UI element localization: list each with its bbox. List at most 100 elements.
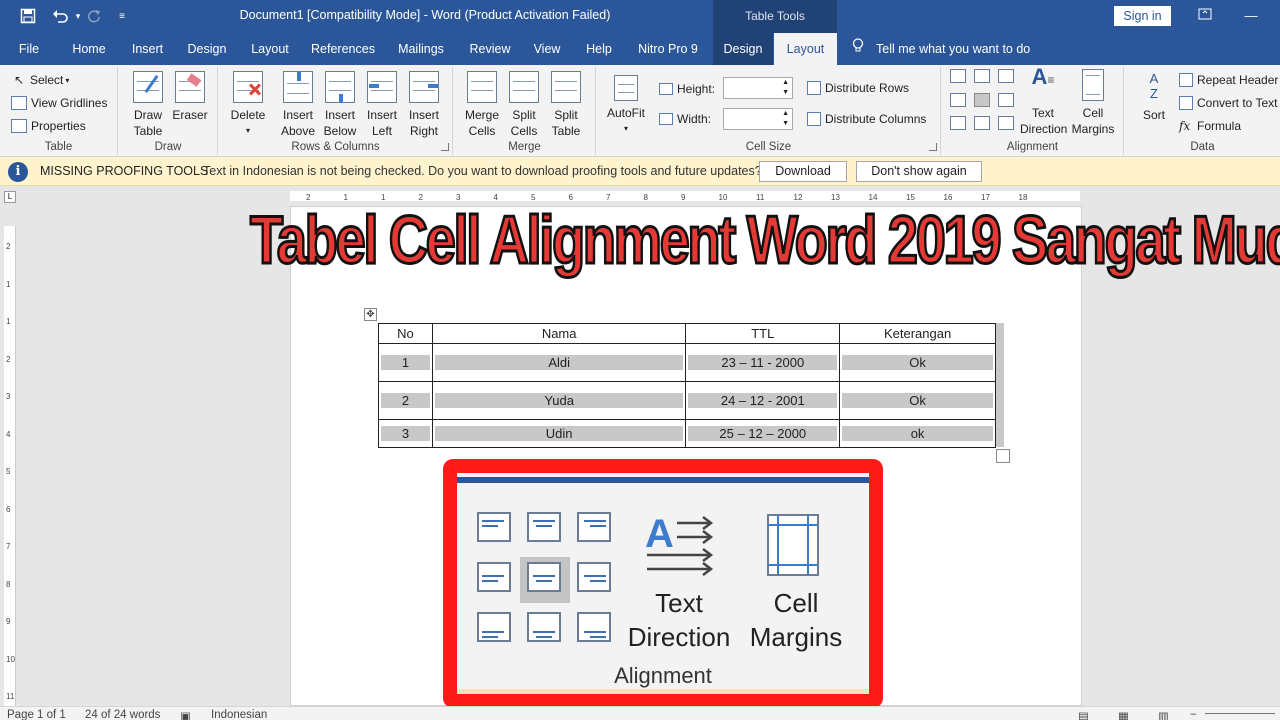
table-cell[interactable]: 24 – 12 - 2001 xyxy=(685,381,841,420)
proofing-icon[interactable]: ▣ xyxy=(180,709,191,720)
ribbon-display-options-icon[interactable] xyxy=(1195,6,1215,26)
header-cell-ttl[interactable]: TTL xyxy=(685,323,841,344)
align-center-icon[interactable] xyxy=(974,93,990,107)
zoom-align-center-right-icon xyxy=(577,562,611,592)
table-cell[interactable]: Ok xyxy=(839,343,996,382)
width-input[interactable]: ▲ ▼ xyxy=(723,108,793,130)
insert-above-button[interactable]: Insert Above xyxy=(279,71,317,139)
header-cell-nama[interactable]: Nama xyxy=(431,323,687,344)
zoom-align-line xyxy=(533,520,555,522)
merge-cells-icon xyxy=(467,71,497,103)
info-icon: i xyxy=(8,162,28,182)
formula-button[interactable]: fx Formula xyxy=(1179,116,1241,136)
height-spinner-icon[interactable]: ▲ ▼ xyxy=(782,78,789,98)
split-cells-button[interactable]: Split Cells xyxy=(505,71,543,139)
vertical-ruler[interactable]: 2 1 1 2 3 4 5 6 7 8 9 10 11 xyxy=(4,226,16,706)
table-cell[interactable]: 1 xyxy=(378,343,433,382)
column-width-icon xyxy=(659,113,673,125)
align-top-left-icon[interactable] xyxy=(950,69,966,83)
view-gridlines-button[interactable]: View Gridlines xyxy=(11,93,107,113)
insert-above-icon xyxy=(283,71,313,103)
word-count[interactable]: 24 of 24 words xyxy=(85,709,160,720)
rows-columns-launcher-icon[interactable] xyxy=(441,143,449,151)
header-cell-keterangan[interactable]: Keterangan xyxy=(839,323,996,344)
distribute-rows-button[interactable]: Distribute Rows xyxy=(807,78,909,98)
table-cell[interactable]: Udin xyxy=(431,419,687,448)
tab-file[interactable]: File xyxy=(0,33,58,65)
table-resize-handle-icon[interactable] xyxy=(996,449,1010,463)
zoom-accent-bar xyxy=(457,477,869,483)
insert-right-icon xyxy=(409,71,439,103)
table-move-handle-icon[interactable]: ✥ xyxy=(364,308,377,321)
zoom-align-line xyxy=(536,636,552,638)
table-cell[interactable]: 3 xyxy=(378,419,433,448)
tab-layout[interactable]: Layout xyxy=(243,33,297,65)
tab-selector-icon[interactable]: L xyxy=(4,191,16,203)
distribute-columns-button[interactable]: Distribute Columns xyxy=(807,109,926,129)
minimize-icon[interactable]: — xyxy=(1241,6,1261,26)
tab-mailings[interactable]: Mailings xyxy=(390,33,452,65)
tab-references[interactable]: References xyxy=(305,33,381,65)
table-cell[interactable]: Yuda xyxy=(431,381,687,420)
table-cell[interactable]: 23 – 11 - 2000 xyxy=(685,343,841,382)
table-cell[interactable]: Ok xyxy=(839,381,996,420)
text-direction-button[interactable]: A≡ Text Direction xyxy=(1020,66,1067,137)
eraser-button[interactable]: Eraser xyxy=(171,71,209,123)
width-spinner-icon[interactable]: ▲ ▼ xyxy=(782,109,789,129)
gridlines-icon xyxy=(11,96,27,110)
delete-button[interactable]: Delete ▾ xyxy=(228,71,268,139)
sort-icon: AZ xyxy=(1149,71,1159,101)
align-bottom-center-icon[interactable] xyxy=(974,116,990,130)
properties-button[interactable]: Properties xyxy=(11,116,86,136)
align-bottom-left-icon[interactable] xyxy=(950,116,966,130)
table-cell[interactable]: 25 – 12 – 2000 xyxy=(685,419,841,448)
ruler-tick: 2 xyxy=(6,354,11,364)
cell-size-launcher-icon[interactable] xyxy=(929,143,937,151)
align-center-right-icon[interactable] xyxy=(998,93,1014,107)
tab-view[interactable]: View xyxy=(527,33,567,65)
data-table[interactable]: No Nama TTL Keterangan 1 Aldi 23 – 11 - … xyxy=(378,323,996,448)
draw-table-button[interactable]: Draw Table xyxy=(129,71,167,139)
tab-help[interactable]: Help xyxy=(578,33,620,65)
align-top-right-icon[interactable] xyxy=(998,69,1014,83)
web-layout-icon[interactable]: ▥ xyxy=(1158,709,1169,720)
merge-cells-button[interactable]: Merge Cells xyxy=(462,71,502,139)
align-bottom-right-icon[interactable] xyxy=(998,116,1014,130)
sign-in-button[interactable]: Sign in xyxy=(1114,6,1171,26)
sort-button[interactable]: AZ Sort xyxy=(1139,71,1169,123)
insert-below-button[interactable]: Insert Below xyxy=(321,71,359,139)
header-cell-no[interactable]: No xyxy=(378,323,433,344)
cell-margins-button[interactable]: Cell Margins xyxy=(1070,69,1116,137)
insert-below-icon xyxy=(325,71,355,103)
tab-design[interactable]: Design xyxy=(180,33,234,65)
tab-table-design[interactable]: Design xyxy=(713,33,773,65)
tab-insert[interactable]: Insert xyxy=(120,33,175,65)
insert-right-button[interactable]: Insert Right xyxy=(405,71,443,139)
tab-review[interactable]: Review xyxy=(462,33,518,65)
align-center-left-icon[interactable] xyxy=(950,93,966,107)
print-layout-icon[interactable]: ▦ xyxy=(1118,709,1129,720)
tell-me-search[interactable]: Tell me what you want to do xyxy=(852,33,1030,65)
align-top-center-icon[interactable] xyxy=(974,69,990,83)
select-button[interactable]: ↖ Select ▾ xyxy=(14,70,69,90)
zoom-slider[interactable] xyxy=(1205,713,1275,714)
autofit-button[interactable]: AutoFit ▾ xyxy=(605,71,647,137)
convert-to-text-button[interactable]: Convert to Text xyxy=(1179,93,1277,113)
zoom-out-icon[interactable]: − xyxy=(1190,709,1197,720)
download-button[interactable]: Download xyxy=(759,161,847,182)
tab-home[interactable]: Home xyxy=(60,33,118,65)
page-count[interactable]: Page 1 of 1 xyxy=(7,709,66,720)
language-indicator[interactable]: Indonesian xyxy=(211,709,267,720)
height-input[interactable]: ▲ ▼ xyxy=(723,77,793,99)
tab-table-layout[interactable]: Layout xyxy=(774,33,837,65)
tab-nitro-pro[interactable]: Nitro Pro 9 xyxy=(630,33,706,65)
split-table-button[interactable]: Split Table xyxy=(547,71,585,139)
table-cell[interactable]: Aldi xyxy=(431,343,687,382)
table-cell[interactable]: ok xyxy=(839,419,996,448)
insert-left-button[interactable]: Insert Left xyxy=(363,71,401,139)
read-mode-icon[interactable]: ▤ xyxy=(1078,709,1089,720)
table-cell[interactable]: 2 xyxy=(378,381,433,420)
repeat-header-button[interactable]: Repeat Header R xyxy=(1179,70,1280,90)
zoom-align-line xyxy=(482,631,504,633)
dont-show-again-button[interactable]: Don't show again xyxy=(856,161,982,182)
